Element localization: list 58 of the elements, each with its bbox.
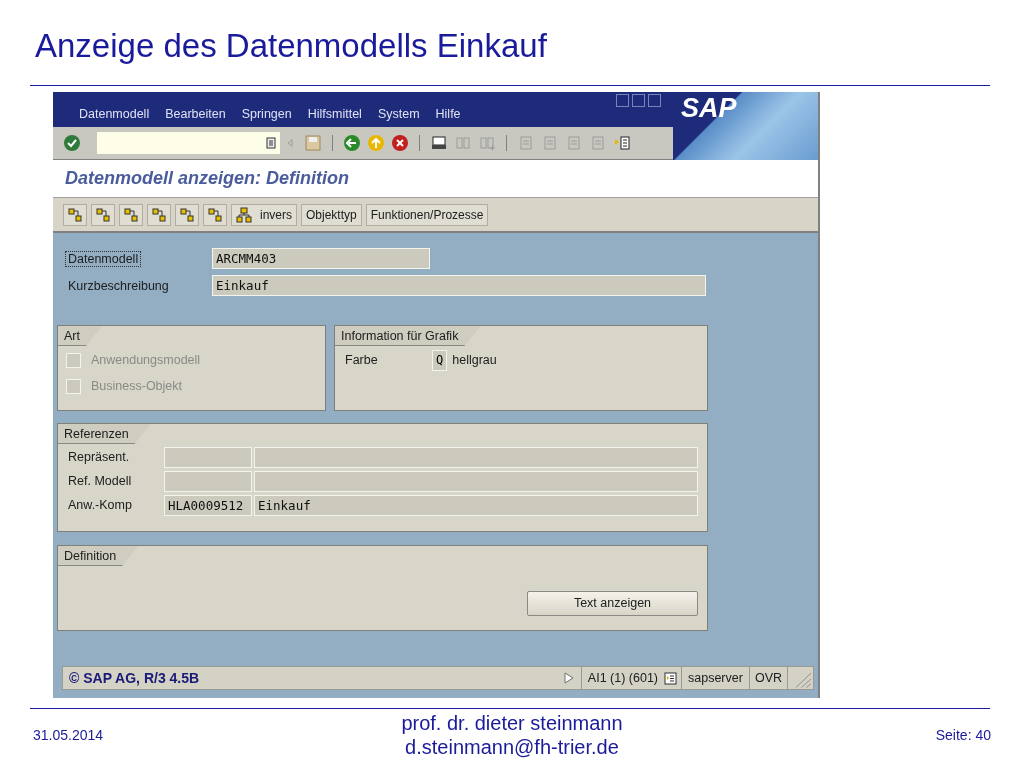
slide-title: Anzeige des Datenmodells Einkauf xyxy=(35,27,547,64)
input-field[interactable] xyxy=(164,471,252,492)
menu-item[interactable]: Hilfe xyxy=(435,105,461,124)
menu-item[interactable]: Bearbeiten xyxy=(165,105,226,124)
group-title: Information für Grafik xyxy=(335,326,481,346)
input-field[interactable]: Einkauf xyxy=(212,274,706,296)
list-icon[interactable] xyxy=(664,671,677,685)
printer-icon[interactable] xyxy=(430,134,448,152)
field-label: Ref. Modell xyxy=(68,473,133,491)
toolbar-button[interactable]: Objekttyp xyxy=(301,203,362,226)
status-message: © SAP AG, R/3 4.5B xyxy=(68,668,201,688)
hierarchy-icon[interactable] xyxy=(119,203,143,226)
input-field[interactable]: ARCMM403 xyxy=(212,247,430,269)
field-label: Repräsent. xyxy=(68,449,131,467)
slide-date: 31.05.2014 xyxy=(33,725,105,745)
input-field[interactable] xyxy=(254,447,698,468)
session-info: AI1 (1) (601) xyxy=(587,669,658,687)
field-label: Farbe xyxy=(345,352,379,370)
author-name: prof. dr. dieter steinmann xyxy=(401,711,623,735)
field-label: Anw.-Komp xyxy=(68,497,133,515)
group-title: Referenzen xyxy=(58,424,151,444)
field-label: Kurzbeschreibung xyxy=(67,278,170,294)
close-icon[interactable] xyxy=(648,94,661,107)
expand-triangle-icon[interactable] xyxy=(562,671,575,685)
group-title: Art xyxy=(58,326,102,346)
sap-logo: SAP xyxy=(681,93,737,123)
field-value: hellgrau xyxy=(452,352,497,370)
field-label: Datenmodell xyxy=(65,251,142,267)
input-field[interactable]: Einkauf xyxy=(254,495,698,516)
checkmark-icon[interactable] xyxy=(63,134,81,152)
screen-title: Datenmodell anzeigen: Definition xyxy=(65,167,350,190)
page-number: Seite: 40 xyxy=(934,725,991,745)
input-field[interactable]: Q xyxy=(432,350,448,371)
input-field[interactable]: HLA0009512 xyxy=(164,495,252,516)
menu-item[interactable]: Hilfsmittel xyxy=(307,105,362,124)
menu-item[interactable]: Datenmodell xyxy=(79,105,150,124)
maximize-icon[interactable] xyxy=(632,94,645,107)
checkbox-label: Anwendungsmodell xyxy=(91,352,201,369)
layout-icon[interactable] xyxy=(613,134,631,152)
text-button[interactable]: Text anzeigen xyxy=(527,591,698,616)
input-field[interactable] xyxy=(254,471,698,492)
dropdown-list-icon[interactable] xyxy=(266,137,276,149)
insert-mode: OVR xyxy=(748,667,787,689)
minimize-icon[interactable] xyxy=(616,94,629,107)
command-field[interactable] xyxy=(97,132,280,154)
group-title: Definition xyxy=(58,546,139,566)
server-name: sapserver xyxy=(681,667,749,689)
menu-item[interactable]: Springen xyxy=(241,105,292,124)
cancel-icon[interactable] xyxy=(391,134,409,152)
save-icon[interactable] xyxy=(304,134,322,152)
toolbar-button[interactable]: invers xyxy=(231,203,297,226)
menu-item[interactable]: System xyxy=(377,105,420,124)
toolbar-button[interactable]: Funktionen/Prozesse xyxy=(365,203,489,226)
input-field[interactable] xyxy=(164,447,252,468)
author-email: d.steinmann@fh-trier.de xyxy=(405,735,619,759)
hierarchy-icon xyxy=(236,206,252,223)
resize-grip-icon[interactable] xyxy=(787,667,813,689)
checkbox-label: Business-Objekt xyxy=(91,377,182,395)
